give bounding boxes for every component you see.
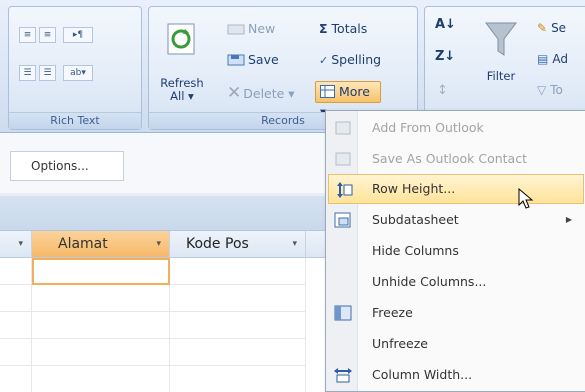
advanced-button[interactable]: ▤ Ad [537, 52, 568, 66]
more-dropdown-menu: Add From Outlook Save As Outlook Contact… [325, 110, 585, 392]
save-icon [227, 54, 245, 66]
selection-label: Se [551, 21, 567, 35]
menu-item-add-from-outlook[interactable]: Add From Outlook [328, 113, 584, 143]
grid-cell[interactable] [32, 312, 170, 339]
column-header-alamat[interactable]: Alamat ▾ [32, 231, 170, 258]
new-label: New [248, 21, 276, 36]
mouse-cursor-icon [518, 188, 534, 209]
grid-cell[interactable] [0, 285, 32, 312]
highlight-color-icon[interactable]: ab▾ [63, 65, 93, 81]
menu-item-label: Hide Columns [372, 243, 459, 258]
grid-cell[interactable] [170, 258, 306, 285]
selection-icon: ✎ [537, 21, 548, 35]
numbered-list-icon[interactable]: ☰ [39, 65, 56, 81]
totals-button[interactable]: Σ Totals [319, 21, 367, 36]
menu-item-label: Unhide Columns... [372, 274, 487, 289]
menu-item-column-width[interactable]: Column Width... [328, 360, 584, 390]
new-record-icon [227, 24, 245, 35]
outlook-contact-icon [335, 152, 351, 166]
menu-item-label: Row Height... [372, 181, 456, 196]
more-icon [320, 85, 335, 98]
spelling-label: Spelling [331, 52, 382, 67]
spelling-icon: ✓ [319, 54, 329, 67]
column-header-label: Alamat [58, 236, 108, 252]
menu-item-label: Freeze [372, 305, 413, 320]
save-label: Save [248, 52, 279, 67]
grid-cell[interactable] [0, 258, 32, 285]
sort-descending-icon[interactable]: Z↓ [435, 49, 455, 64]
grid-cell[interactable] [0, 339, 32, 366]
grid-cell[interactable] [32, 285, 170, 312]
grid-cell[interactable] [32, 366, 170, 392]
indent-icon[interactable]: ≡ [19, 27, 36, 43]
bullet-list-icon[interactable]: ☰ [19, 65, 36, 81]
dropdown-arrow-icon[interactable]: ▾ [156, 231, 161, 257]
column-width-icon [334, 368, 352, 383]
datasheet-grid: ▾ Alamat ▾ Kode Pos ▾ [0, 231, 330, 392]
outlook-add-icon [335, 121, 351, 135]
delete-label: Delete [243, 86, 285, 101]
spelling-button[interactable]: ✓ Spelling [319, 52, 381, 67]
menu-item-label: Save As Outlook Contact [372, 151, 527, 166]
dropdown-arrow-icon[interactable]: ▾ [292, 231, 297, 257]
filter-button[interactable]: Filter [481, 21, 521, 101]
menu-item-freeze[interactable]: Freeze [328, 298, 584, 328]
delete-icon: ✕ [227, 83, 242, 103]
menu-item-subdatasheet[interactable]: Subdatasheet ▶ [328, 205, 584, 235]
advanced-label: Ad [552, 52, 568, 66]
menu-item-label: Unfreeze [372, 336, 428, 351]
toggle-filter-icon: ▽ [537, 83, 547, 97]
menu-item-unfreeze[interactable]: Unfreeze [328, 329, 584, 359]
save-record-button[interactable]: Save [227, 52, 279, 67]
refresh-all-button[interactable]: Refresh All ▾ [155, 17, 209, 107]
refresh-icon [167, 23, 195, 55]
grid-cell[interactable] [0, 366, 32, 392]
refresh-label: Refresh [160, 76, 204, 90]
menu-item-row-height[interactable]: Row Height... [328, 174, 584, 204]
filter-icon [485, 22, 517, 56]
totals-label: Totals [331, 21, 368, 36]
grid-cell[interactable] [170, 285, 306, 312]
selected-cell[interactable] [32, 258, 170, 285]
row-height-icon [337, 182, 353, 198]
sort-ascending-icon[interactable]: A↓ [435, 17, 456, 32]
filter-label: Filter [486, 69, 516, 83]
grid-cell[interactable] [170, 366, 306, 392]
grid-cell[interactable] [170, 312, 306, 339]
options-button[interactable]: Options... [10, 151, 124, 181]
menu-item-save-as-outlook-contact[interactable]: Save As Outlook Contact [328, 144, 584, 174]
dropdown-arrow-icon[interactable]: ▾ [18, 231, 23, 257]
advanced-icon: ▤ [537, 52, 549, 66]
new-record-button[interactable]: New [227, 21, 275, 36]
paragraph-direction-icon[interactable]: ▸¶ [63, 27, 93, 43]
subdatasheet-icon [334, 212, 351, 228]
more-button[interactable]: More ▾ [315, 81, 381, 119]
menu-item-hide-columns[interactable]: Hide Columns [328, 236, 584, 266]
column-header-kode-pos[interactable]: Kode Pos ▾ [170, 231, 306, 258]
menu-item-label: Add From Outlook [372, 120, 484, 135]
submenu-arrow-icon: ▶ [565, 215, 572, 224]
sigma-icon: Σ [319, 21, 328, 36]
menu-item-unhide-columns[interactable]: Unhide Columns... [328, 267, 584, 297]
grid-cell[interactable] [0, 312, 32, 339]
column-header-prev[interactable]: ▾ [0, 231, 32, 258]
selection-button[interactable]: ✎ Se [537, 21, 566, 35]
delete-record-button[interactable]: ✕ Delete ▾ [227, 83, 295, 103]
more-label: More [338, 84, 370, 99]
toggle-filter-label: To [550, 83, 563, 97]
clear-sort-icon[interactable]: ↕ [437, 83, 448, 98]
menu-item-label: Column Width... [372, 367, 473, 382]
toggle-filter-button[interactable]: ▽ To [537, 83, 563, 97]
column-header-label: Kode Pos [186, 236, 249, 252]
menu-item-label: Subdatasheet [372, 212, 459, 227]
grid-cell[interactable] [32, 339, 170, 366]
rich-text-group-label: Rich Text [9, 112, 141, 129]
datasheet-tab-bar [0, 196, 330, 231]
grid-cell[interactable] [170, 339, 306, 366]
outdent-icon[interactable]: ≡ [39, 27, 56, 43]
rich-text-group: ≡ ≡ ▸¶ ☰ ☰ ab▾ Rich Text [8, 6, 142, 130]
freeze-icon [334, 305, 352, 321]
refresh-all-label: All [170, 89, 185, 103]
